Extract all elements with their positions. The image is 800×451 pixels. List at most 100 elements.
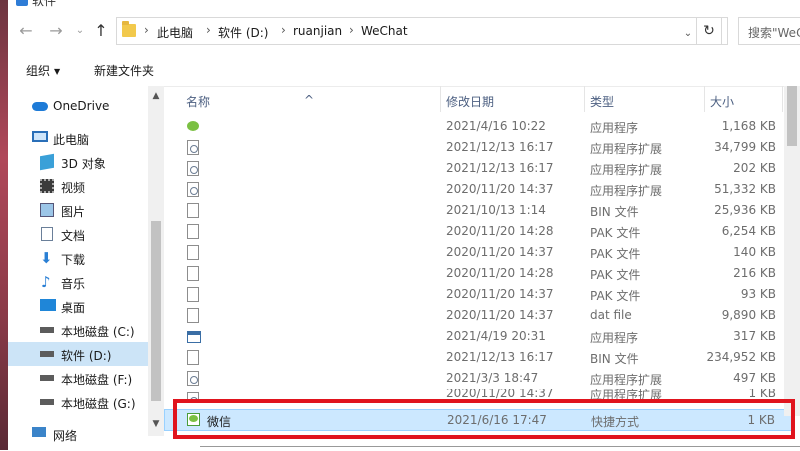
table-row[interactable]: 2021/10/13 1:14 BIN 文件 25,936 KB bbox=[164, 200, 792, 221]
sidebar-item-label: 3D 对象 bbox=[61, 157, 106, 171]
sidebar-scrollbar[interactable]: ▲ ▼ bbox=[148, 86, 164, 436]
file-date: 2020/11/20 14:37 bbox=[446, 245, 554, 259]
status-bar-edge bbox=[200, 446, 800, 451]
column-divider[interactable] bbox=[782, 86, 783, 112]
sidebar-item-label: 图片 bbox=[61, 205, 86, 219]
sidebar-item-3d-objects[interactable]: 3D 对象 bbox=[8, 150, 148, 174]
search-input[interactable]: 搜索"WeChat" bbox=[738, 17, 800, 45]
column-header-size[interactable]: 大小 bbox=[710, 93, 734, 110]
search-placeholder: 搜索"WeChat" bbox=[748, 26, 800, 40]
sidebar-item-drive-f[interactable]: 本地磁盘 (F:) bbox=[8, 366, 148, 390]
file-list-scrollbar[interactable] bbox=[784, 86, 800, 416]
file-size: 234,952 KB bbox=[706, 350, 776, 364]
wechat-app-icon bbox=[187, 121, 199, 131]
file-type: BIN 文件 bbox=[590, 205, 639, 219]
up-arrow-icon[interactable]: ↑ bbox=[90, 20, 112, 42]
table-row[interactable]: 2020/11/20 14:28 PAK 文件 216 KB bbox=[164, 263, 792, 284]
music-icon: ♪ bbox=[41, 273, 51, 291]
file-size: 497 KB bbox=[733, 371, 776, 385]
forward-arrow-icon[interactable]: → bbox=[45, 20, 67, 42]
breadcrumb-wechat[interactable]: WeChat bbox=[361, 24, 408, 38]
sort-ascending-icon: ^ bbox=[304, 93, 315, 107]
sidebar-item-label: 此电脑 bbox=[53, 133, 90, 147]
sidebar-item-onedrive[interactable]: OneDrive bbox=[8, 94, 148, 118]
file-icon bbox=[187, 350, 199, 365]
new-folder-button[interactable]: 新建文件夹 bbox=[94, 62, 154, 79]
file-icon bbox=[187, 203, 199, 218]
file-icon bbox=[187, 287, 199, 302]
file-size: 216 KB bbox=[733, 266, 776, 280]
table-row[interactable]: 2021/12/13 16:17 应用程序扩展 34,799 KB bbox=[164, 137, 792, 158]
sidebar-item-downloads[interactable]: ⬇ 下载 bbox=[8, 246, 148, 270]
scrollbar-thumb[interactable] bbox=[787, 86, 797, 146]
sidebar-item-drive-c[interactable]: 本地磁盘 (C:) bbox=[8, 318, 148, 342]
scroll-up-arrow-icon[interactable]: ▲ bbox=[148, 88, 164, 104]
breadcrumb-separator[interactable]: › bbox=[349, 23, 354, 37]
breadcrumb-drive-d[interactable]: 软件 (D:) bbox=[218, 24, 268, 41]
highlight-box bbox=[173, 399, 795, 439]
column-header-type[interactable]: 类型 bbox=[590, 93, 614, 110]
sidebar-item-this-pc[interactable]: 此电脑 bbox=[8, 126, 148, 150]
file-date: 2021/12/13 16:17 bbox=[446, 140, 554, 154]
column-header-date[interactable]: 修改日期 bbox=[446, 93, 494, 110]
sidebar-item-network[interactable]: 网络 bbox=[8, 422, 148, 446]
breadcrumb-separator[interactable]: › bbox=[144, 23, 149, 37]
scroll-down-arrow-icon[interactable]: ▼ bbox=[148, 416, 164, 432]
refresh-button[interactable]: ↻ bbox=[696, 17, 722, 45]
file-type: PAK 文件 bbox=[590, 268, 641, 282]
folder-icon bbox=[122, 21, 136, 37]
file-icon bbox=[187, 266, 199, 281]
breadcrumb-separator[interactable]: › bbox=[206, 23, 211, 37]
sidebar-item-pictures[interactable]: 图片 bbox=[8, 198, 148, 222]
file-type: 应用程序 bbox=[590, 331, 639, 345]
navigation-pane: OneDrive 此电脑 3D 对象 视频 图片 文档 ⬇ 下载 ♪ 音乐 桌面… bbox=[8, 86, 148, 450]
file-date: 2021/4/19 20:31 bbox=[446, 329, 546, 343]
column-header-name[interactable]: 名称 bbox=[186, 93, 210, 110]
breadcrumb-separator[interactable]: › bbox=[281, 23, 286, 37]
sidebar-item-label: 软件 (D:) bbox=[61, 349, 112, 363]
sidebar-item-music[interactable]: ♪ 音乐 bbox=[8, 270, 148, 294]
file-icon bbox=[187, 245, 199, 260]
scrollbar-thumb[interactable] bbox=[151, 221, 161, 401]
sidebar-item-label: 本地磁盘 (G:) bbox=[61, 397, 136, 411]
table-row[interactable]: 2020/11/20 14:28 PAK 文件 6,254 KB bbox=[164, 221, 792, 242]
table-row[interactable]: 2020/11/20 14:37 PAK 文件 93 KB bbox=[164, 284, 792, 305]
table-row[interactable]: 2020/11/20 14:37 dat file 9,890 KB bbox=[164, 305, 792, 326]
table-row[interactable]: 2021/4/16 10:22 应用程序 1,168 KB bbox=[164, 116, 792, 137]
table-row[interactable]: 2021/4/19 20:31 应用程序 317 KB bbox=[164, 326, 792, 347]
file-date: 2021/10/13 1:14 bbox=[446, 203, 546, 217]
address-bar[interactable]: › 此电脑 › 软件 (D:) › ruanjian › WeChat ⌄ bbox=[116, 17, 728, 45]
file-date: 2021/12/13 16:17 bbox=[446, 161, 554, 175]
file-size: 140 KB bbox=[733, 245, 776, 259]
column-divider[interactable] bbox=[704, 86, 705, 112]
breadcrumb-ruanjian[interactable]: ruanjian bbox=[293, 24, 342, 38]
organize-menu-button[interactable]: 组织 ▼ bbox=[26, 62, 60, 79]
sidebar-item-drive-g[interactable]: 本地磁盘 (G:) bbox=[8, 390, 148, 414]
file-size: 9,890 KB bbox=[721, 308, 776, 322]
drive-icon bbox=[40, 327, 54, 333]
table-row[interactable]: 2020/11/20 14:37 应用程序扩展 51,332 KB bbox=[164, 179, 792, 200]
table-row[interactable]: 2020/11/20 14:37 PAK 文件 140 KB bbox=[164, 242, 792, 263]
breadcrumb-this-pc[interactable]: 此电脑 bbox=[157, 24, 193, 41]
sidebar-item-label: 音乐 bbox=[61, 277, 86, 291]
file-size: 6,254 KB bbox=[721, 224, 776, 238]
dll-icon bbox=[187, 140, 199, 155]
cube-icon bbox=[40, 153, 54, 171]
back-arrow-icon[interactable]: ← bbox=[15, 20, 37, 42]
file-date: 2020/11/20 14:37 bbox=[446, 308, 554, 322]
drive-icon bbox=[40, 399, 54, 405]
sidebar-item-videos[interactable]: 视频 bbox=[8, 174, 148, 198]
column-divider[interactable] bbox=[440, 86, 441, 112]
column-divider[interactable] bbox=[584, 86, 585, 112]
table-row[interactable]: 2021/12/13 16:17 BIN 文件 234,952 KB bbox=[164, 347, 792, 368]
table-row[interactable]: 2021/12/13 16:17 应用程序扩展 202 KB bbox=[164, 158, 792, 179]
sidebar-item-desktop[interactable]: 桌面 bbox=[8, 294, 148, 318]
download-icon: ⬇ bbox=[40, 249, 53, 267]
recent-locations-chevron-icon[interactable]: ⌄ bbox=[69, 20, 91, 42]
sidebar-item-documents[interactable]: 文档 bbox=[8, 222, 148, 246]
cloud-icon bbox=[32, 102, 48, 111]
sidebar-item-drive-d[interactable]: 软件 (D:) bbox=[8, 342, 148, 366]
organize-label: 组织 bbox=[26, 64, 51, 78]
table-row[interactable]: 2021/3/3 18:47 应用程序扩展 497 KB bbox=[164, 368, 792, 389]
sidebar-item-label: 下载 bbox=[61, 253, 86, 267]
